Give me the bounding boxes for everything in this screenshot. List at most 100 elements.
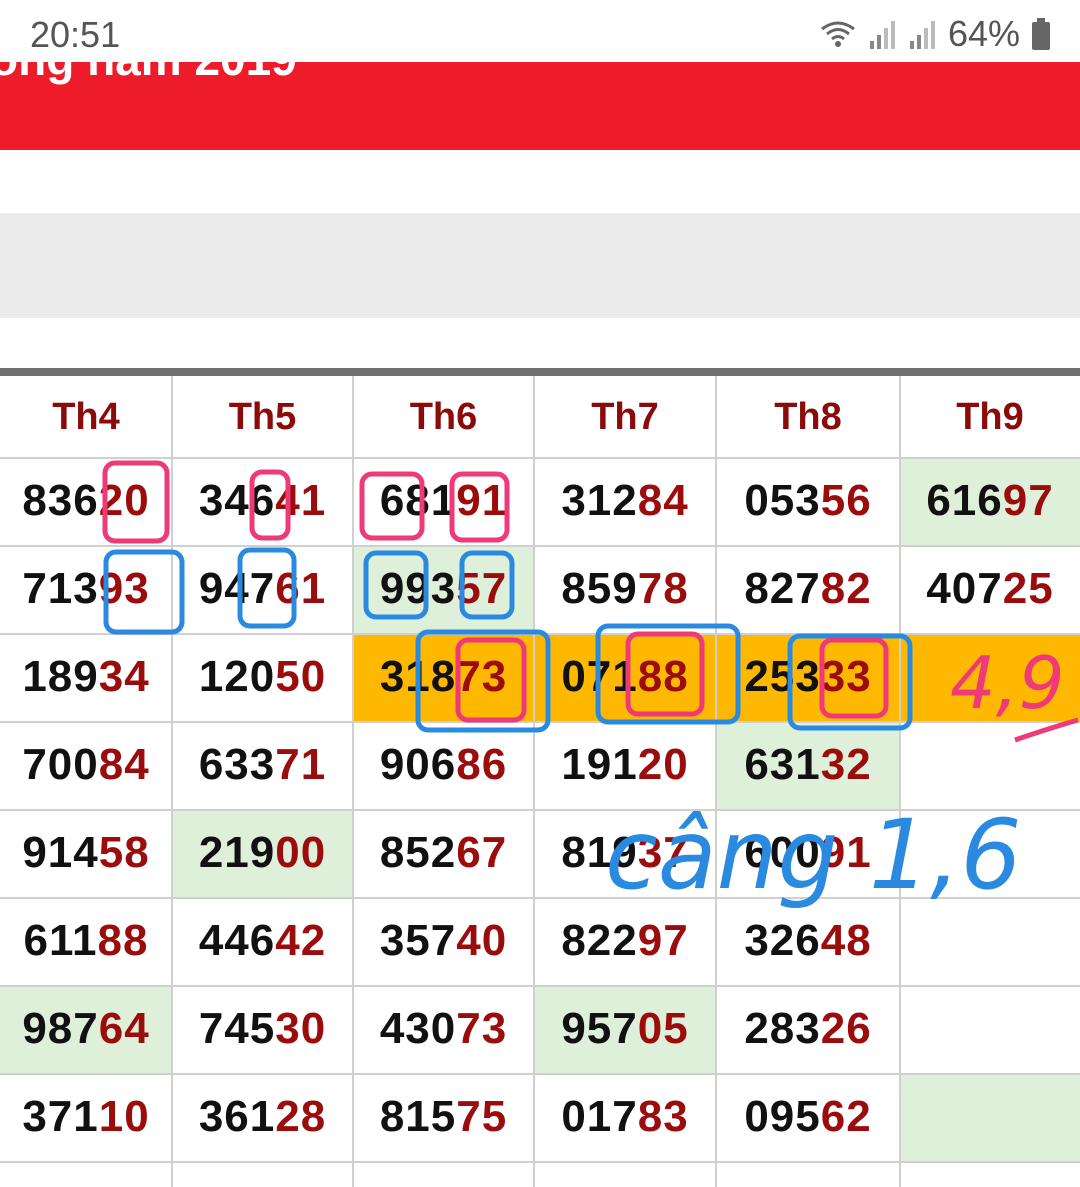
- battery-percent: 64%: [947, 13, 1020, 54]
- cell-last-two-digits: 57: [456, 564, 508, 613]
- table-cell: 836 20: [0, 458, 172, 544]
- table-cell: 191 20: [534, 722, 716, 808]
- cell-last-two-digits: 71: [275, 740, 327, 789]
- cell-prefix-digits: 852: [379, 828, 457, 877]
- cell-prefix-digits: 326: [744, 916, 821, 965]
- cell-prefix-digits: 827: [744, 564, 821, 613]
- column-header: Th5: [228, 395, 297, 438]
- page-header-banner: ổng năm 2019: [0, 62, 1080, 150]
- table-cell: 611 88: [0, 898, 172, 984]
- column-header: Th9: [956, 395, 1024, 438]
- cell-last-two-digits: 91: [820, 828, 872, 877]
- cell-last-two-digits: 37: [637, 828, 689, 877]
- table-cell: [900, 898, 1080, 984]
- table-cell: 914 58: [0, 810, 172, 896]
- table-cell: 407 25: [900, 546, 1080, 632]
- table-cell: 120 50: [172, 634, 353, 720]
- cell-last-two-digits: 93: [98, 564, 150, 613]
- cell-last-two-digits: 86: [456, 740, 508, 789]
- cell-prefix-digits: 700: [22, 740, 99, 789]
- cell-last-two-digits: 61: [275, 564, 327, 613]
- table-cell: 906 86: [353, 722, 534, 808]
- cell-last-two-digits: 82: [820, 564, 872, 613]
- cell-last-two-digits: 42: [275, 916, 327, 965]
- table-cell: 827 82: [716, 546, 900, 632]
- table-cell: 700 84: [0, 722, 172, 808]
- table-cell: 993 57: [353, 546, 534, 632]
- table-cell: 957 05: [534, 986, 716, 1072]
- table-cell: 053 56: [716, 458, 900, 544]
- cell-last-two-digits: 30: [275, 1004, 327, 1053]
- cell-last-two-digits: 41: [275, 476, 327, 525]
- cell-last-two-digits: 25: [1002, 564, 1054, 613]
- cell-last-two-digits: 34: [98, 652, 150, 701]
- cell-prefix-digits: 745: [198, 1004, 276, 1053]
- table-cell: 822 97: [534, 898, 716, 984]
- cell-prefix-digits: 095: [744, 1092, 821, 1141]
- cell-prefix-digits: 053: [744, 476, 821, 525]
- cell-prefix-digits: 819: [561, 828, 638, 877]
- table-cell: 071 88: [534, 634, 716, 720]
- cell-last-two-digits: 58: [98, 828, 150, 877]
- table-cell: 371 10: [0, 1074, 172, 1160]
- cell-last-two-digits: 20: [637, 740, 689, 789]
- battery-icon: [1032, 18, 1050, 50]
- table-cell: [900, 1074, 1080, 1160]
- cell-last-two-digits: 97: [1002, 476, 1054, 525]
- cell-last-two-digits: 62: [820, 1092, 872, 1141]
- table-cell: 600 91: [716, 810, 900, 896]
- table-cell: 815 75: [353, 1074, 534, 1160]
- table-cell: 318 73: [353, 634, 534, 720]
- cell-prefix-digits: 189: [22, 652, 99, 701]
- filter-bar: [0, 213, 1080, 318]
- status-icons: 64%: [818, 13, 1052, 54]
- cell-prefix-digits: 371: [22, 1092, 99, 1141]
- cell-prefix-digits: 600: [744, 828, 821, 877]
- cell-prefix-digits: 318: [379, 652, 457, 701]
- table-cell: [900, 722, 1080, 808]
- wifi-icon: [821, 21, 855, 47]
- cell-prefix-digits: 120: [198, 652, 276, 701]
- cell-prefix-digits: 815: [379, 1092, 457, 1141]
- cell-last-two-digits: 56: [820, 476, 872, 525]
- page-title: ổng năm 2019: [0, 62, 297, 86]
- table-cell: 859 78: [534, 546, 716, 632]
- cell-prefix-digits: 017: [561, 1092, 638, 1141]
- table-cell: 631 32: [716, 722, 900, 808]
- table-cell: 361 28: [172, 1074, 353, 1160]
- cell-last-two-digits: 05: [637, 1004, 689, 1053]
- table-cell: 283 26: [716, 986, 900, 1072]
- table-cell: 987 64: [0, 986, 172, 1072]
- row-divider: [0, 1161, 1080, 1163]
- cell-prefix-digits: 346: [198, 476, 276, 525]
- cell-last-two-digits: 91: [456, 476, 508, 525]
- cell-prefix-digits: 947: [198, 564, 276, 613]
- cell-prefix-digits: 822: [561, 916, 638, 965]
- cell-prefix-digits: 611: [23, 916, 98, 965]
- cell-prefix-digits: 957: [561, 1004, 638, 1053]
- signal-icon-1: [869, 21, 895, 49]
- status-bar: 20:51 64%: [0, 0, 1080, 62]
- cell-last-two-digits: 84: [98, 740, 150, 789]
- cell-prefix-digits: 713: [22, 564, 99, 613]
- cell-last-two-digits: 00: [275, 828, 327, 877]
- table-cell: 253 33: [716, 634, 900, 720]
- table-cell: 312 84: [534, 458, 716, 544]
- cell-last-two-digits: 26: [820, 1004, 872, 1053]
- cell-last-two-digits: 78: [637, 564, 689, 613]
- table-cell: 189 34: [0, 634, 172, 720]
- cell-last-two-digits: 20: [98, 476, 150, 525]
- table-cell: 819 37: [534, 810, 716, 896]
- cell-prefix-digits: 407: [926, 564, 1003, 613]
- cell-last-two-digits: 88: [637, 652, 689, 701]
- table-cell: 430 73: [353, 986, 534, 1072]
- cell-last-two-digits: 32: [820, 740, 872, 789]
- table-cell: 095 62: [716, 1074, 900, 1160]
- table-cell: 947 61: [172, 546, 353, 632]
- cell-prefix-digits: 219: [198, 828, 276, 877]
- cell-prefix-digits: 071: [561, 652, 638, 701]
- table-top-border: [0, 368, 1080, 376]
- cell-last-two-digits: 33: [820, 652, 872, 701]
- column-header: Th8: [774, 395, 842, 438]
- cell-prefix-digits: 836: [22, 476, 99, 525]
